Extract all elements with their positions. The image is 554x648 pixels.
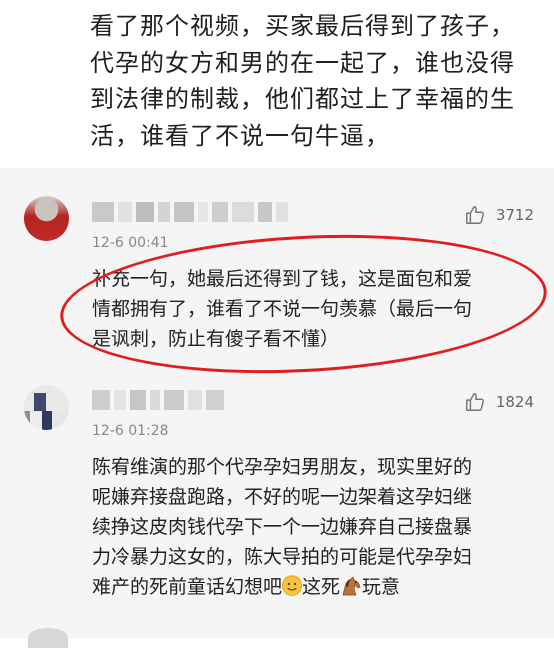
avatar[interactable] [28, 628, 68, 648]
horse-emoji-icon [340, 575, 362, 596]
mosaic-block [198, 202, 208, 222]
mosaic-block [118, 202, 132, 222]
username-pixelated[interactable] [92, 389, 224, 411]
avatar[interactable] [24, 196, 69, 241]
mosaic-block [136, 202, 154, 222]
mosaic-block [206, 390, 224, 410]
like-button[interactable]: 1824 [464, 391, 534, 413]
mosaic-block [276, 202, 288, 222]
like-button[interactable]: 3712 [464, 204, 534, 226]
main-comment-line: 看了那个视频，买家最后得到了孩子， [90, 12, 515, 40]
mosaic-block [92, 202, 114, 222]
mosaic-block [212, 202, 228, 222]
avatar[interactable] [24, 385, 69, 430]
mosaic-block [174, 202, 194, 222]
reply-text: 陈宥维演的那个代孕孕妇男朋友，现实里好的 呢嫌弃接盘跑路，不好的呢一边架着这孕妇… [92, 452, 538, 602]
thumbs-up-icon [465, 206, 484, 224]
mosaic-block [188, 390, 202, 410]
mosaic-block [232, 202, 254, 222]
reply-text-segment: 玩意 [362, 576, 401, 598]
main-comment-line: 到法律的制裁，他们都过上了幸福的生 [90, 85, 515, 113]
username-pixelated[interactable] [92, 201, 288, 223]
slight-smile-emoji-icon [282, 575, 303, 596]
mosaic-block [164, 390, 184, 410]
mosaic-block [258, 202, 272, 222]
like-count: 3712 [495, 206, 534, 224]
like-count: 1824 [495, 393, 534, 411]
thumbs-up-icon [465, 393, 484, 411]
mosaic-block [92, 390, 110, 410]
mosaic-block [114, 390, 126, 410]
reply-text-segment: 这死 [302, 576, 341, 598]
reply-text-segment: 难产的死前童话幻想吧 [92, 576, 283, 598]
reply-time: 12-6 01:28 [92, 423, 169, 439]
mosaic-block [130, 390, 146, 410]
reply-line-last: 难产的死前童话幻想吧 这死 玩意 [92, 572, 538, 602]
reply-line: 力冷暴力这女的，陈大导拍的可能是代孕孕妇 [92, 546, 473, 568]
main-comment: 看了那个视频，买家最后得到了孩子， 代孕的女方和男的在一起了，谁也没得 到法律的… [0, 0, 554, 168]
mosaic-block [158, 202, 170, 222]
reply-line: 陈宥维演的那个代孕孕妇男朋友，现实里好的 [92, 456, 473, 478]
reply-time: 12-6 00:41 [92, 235, 169, 251]
reply-line: 续挣这皮肉钱代孕下一个一边嫌弃自己接盘暴 [92, 516, 473, 538]
main-comment-line: 活，谁看了不说一句牛逼， [90, 121, 390, 150]
main-comment-line: 代孕的女方和男的在一起了，谁也没得 [90, 48, 515, 77]
main-comment-text: 看了那个视频，买家最后得到了孩子， 代孕的女方和男的在一起了，谁也没得 到法律的… [90, 8, 540, 154]
reply-line: 呢嫌弃接盘跑路，不好的呢一边架着这孕妇继 [92, 486, 473, 508]
mosaic-block [150, 390, 160, 410]
